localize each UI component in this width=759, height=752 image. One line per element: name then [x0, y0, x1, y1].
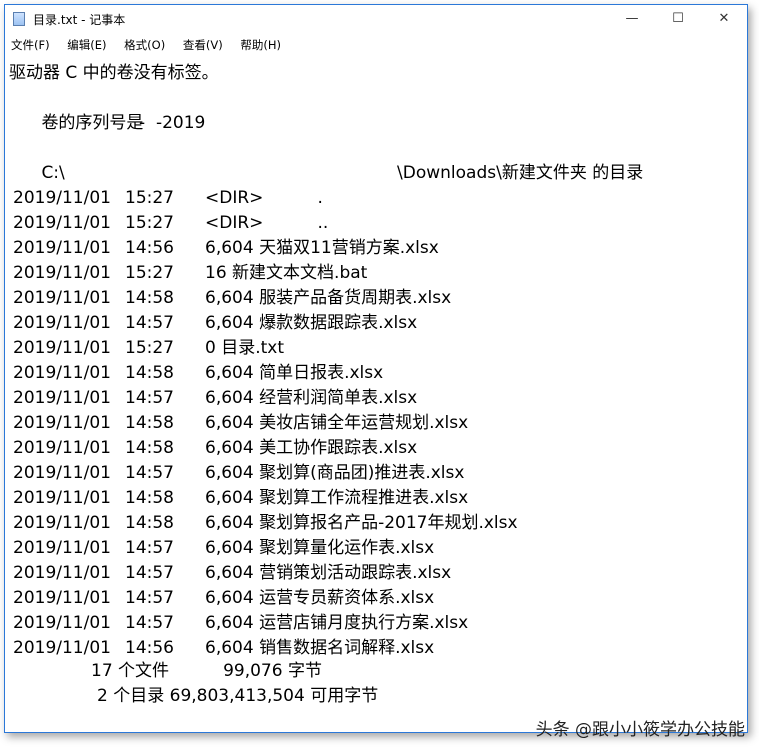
entry-time: 14:56: [125, 238, 174, 258]
entry-info: 6,604 聚划算量化运作表.xlsx: [205, 538, 435, 558]
entry-date: 2019/11/01: [13, 188, 111, 208]
entry-date: 2019/11/01: [13, 463, 111, 483]
entry-info: 6,604 天猫双11营销方案.xlsx: [205, 238, 439, 258]
entry-time: 15:27: [125, 213, 174, 233]
entry-date: 2019/11/01: [13, 388, 111, 408]
entry-info: 6,604 聚划算工作流程推进表.xlsx: [205, 488, 469, 508]
entry-date: 2019/11/01: [13, 488, 111, 508]
title-bar[interactable]: 目录.txt - 记事本 — ☐ ✕: [5, 5, 747, 33]
entry-date: 2019/11/01: [13, 288, 111, 308]
entry-time: 15:27: [125, 188, 174, 208]
summary-dirs: 2 个目录 69,803,413,504 可用字节: [97, 686, 379, 706]
entry-time: 14:56: [125, 638, 174, 658]
entry-time: 14:57: [125, 538, 174, 558]
menu-format[interactable]: 格式(O): [117, 35, 172, 53]
entry-info: <DIR> ..: [205, 213, 329, 233]
menu-bar: 文件(F) 编辑(E) 格式(O) 查看(V) 帮助(H): [5, 35, 747, 55]
entry-info: 6,604 销售数据名词解释.xlsx: [205, 638, 435, 658]
menu-help[interactable]: 帮助(H): [233, 35, 288, 53]
serial-prefix: 卷的序列号是: [41, 113, 144, 133]
close-button[interactable]: ✕: [701, 5, 747, 33]
entry-date: 2019/11/01: [13, 263, 111, 283]
entry-info: 6,604 营销策划活动跟踪表.xlsx: [205, 563, 452, 583]
entry-date: 2019/11/01: [13, 538, 111, 558]
menu-edit[interactable]: 编辑(E): [60, 35, 113, 53]
entry-info: 0 目录.txt: [205, 338, 285, 358]
minimize-button[interactable]: —: [609, 5, 655, 33]
entry-time: 14:57: [125, 388, 174, 408]
entry-date: 2019/11/01: [13, 338, 111, 358]
entry-date: 2019/11/01: [13, 313, 111, 333]
entry-info: 6,604 服装产品备货周期表.xlsx: [205, 288, 452, 308]
entry-date: 2019/11/01: [13, 563, 111, 583]
entry-date: 2019/11/01: [13, 363, 111, 383]
entry-date: 2019/11/01: [13, 413, 111, 433]
entry-info: 6,604 聚划算(商品团)推进表.xlsx: [205, 463, 465, 483]
entry-info: 6,604 聚划算报名产品-2017年规划.xlsx: [205, 513, 518, 533]
entry-info: 6,604 运营店铺月度执行方案.xlsx: [205, 613, 469, 633]
entry-date: 2019/11/01: [13, 438, 111, 458]
entry-time: 14:57: [125, 613, 174, 633]
menu-view[interactable]: 查看(V): [176, 35, 230, 53]
entry-time: 14:58: [125, 413, 174, 433]
serial-line: 卷的序列号是 - -2019: [9, 86, 205, 133]
serial-partial: - -2019: [139, 113, 206, 133]
entry-info: 6,604 美妆店铺全年运营规划.xlsx: [205, 413, 469, 433]
entry-date: 2019/11/01: [13, 613, 111, 633]
entry-time: 14:58: [125, 513, 174, 533]
entry-time: 14:58: [125, 488, 174, 508]
entry-info: 6,604 经营利润简单表.xlsx: [205, 388, 418, 408]
directory-drive: C:\: [41, 163, 65, 183]
volume-label-line: 驱动器 C 中的卷没有标签。: [9, 63, 219, 83]
text-editor-area[interactable]: 驱动器 C 中的卷没有标签。 卷的序列号是 - -2019 C:\ \Downloa…: [5, 55, 747, 732]
entry-info: 16 新建文本文档.bat: [205, 263, 368, 283]
notepad-icon: [13, 12, 25, 26]
entry-info: <DIR> .: [205, 188, 323, 208]
directory-line: C:\ \Downloads\新建文件夹 的目录: [9, 136, 643, 183]
summary-files: 17 个文件 99,076 字节: [91, 661, 322, 681]
entry-date: 2019/11/01: [13, 213, 111, 233]
maximize-button[interactable]: ☐: [655, 5, 701, 33]
window-title: 目录.txt - 记事本: [33, 13, 126, 27]
entry-info: 6,604 美工协作跟踪表.xlsx: [205, 438, 418, 458]
entry-info: 6,604 简单日报表.xlsx: [205, 363, 384, 383]
entry-date: 2019/11/01: [13, 513, 111, 533]
entry-date: 2019/11/01: [13, 238, 111, 258]
entry-time: 14:57: [125, 463, 174, 483]
entry-time: 15:27: [125, 263, 174, 283]
entry-date: 2019/11/01: [13, 638, 111, 658]
entry-time: 14:58: [125, 288, 174, 308]
entry-date: 2019/11/01: [13, 588, 111, 608]
menu-file[interactable]: 文件(F): [5, 35, 57, 53]
directory-path: \Downloads\新建文件夹 的目录: [397, 163, 644, 183]
entry-time: 14:57: [125, 563, 174, 583]
entry-time: 14:58: [125, 438, 174, 458]
entry-time: 14:58: [125, 363, 174, 383]
entry-time: 14:57: [125, 588, 174, 608]
notepad-window: 目录.txt - 记事本 — ☐ ✕ 文件(F) 编辑(E) 格式(O) 查看(…: [4, 4, 748, 733]
entry-time: 14:57: [125, 313, 174, 333]
watermark: 头条 @跟小小筱学办公技能: [535, 720, 745, 740]
entry-info: 6,604 爆款数据跟踪表.xlsx: [205, 313, 418, 333]
entry-time: 15:27: [125, 338, 174, 358]
entry-info: 6,604 运营专员薪资体系.xlsx: [205, 588, 435, 608]
